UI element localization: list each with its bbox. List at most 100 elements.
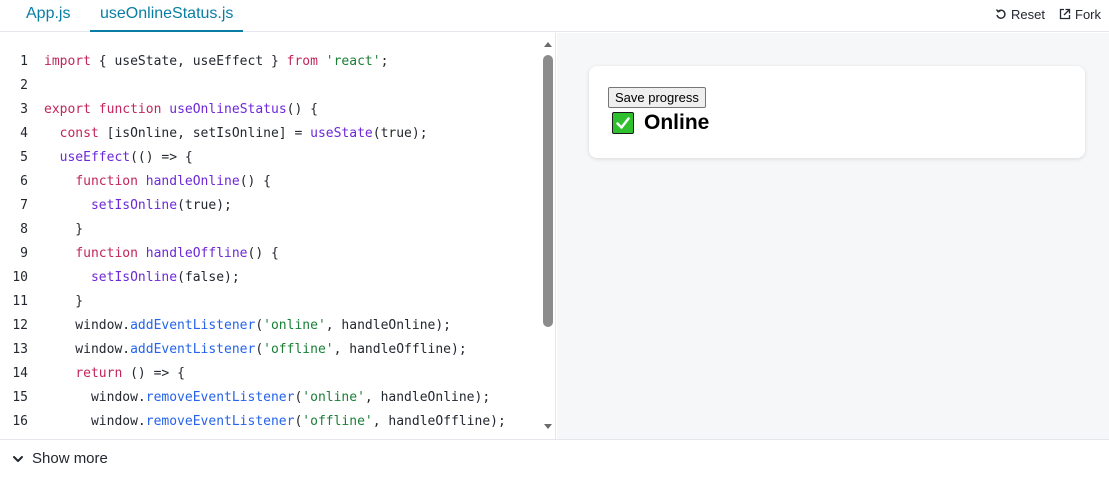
- code-token: useState: [310, 126, 373, 141]
- editor-actions: Reset Fork: [995, 0, 1101, 28]
- code-token: useOnlineStatus: [169, 102, 287, 117]
- code-token: 'offline': [263, 342, 334, 357]
- code-token: handleOnline: [145, 174, 240, 189]
- code-token: removeEventListener: [145, 414, 295, 429]
- code-token: window.: [44, 318, 131, 333]
- save-progress-button[interactable]: Save progress: [608, 87, 706, 108]
- code-token: addEventListener: [130, 318, 256, 333]
- code-token: export: [44, 102, 91, 117]
- code-line[interactable]: 2: [0, 74, 506, 98]
- line-number: 9: [20, 246, 28, 261]
- bottom-bar: Show more: [0, 439, 1109, 477]
- code-editor[interactable]: 1 import { useState, useEffect } from 're…: [0, 33, 556, 439]
- code-line[interactable]: 13 window.addEventListener('offline', ha…: [0, 338, 506, 362]
- code-token: handleOffline: [145, 246, 248, 261]
- code-line[interactable]: 8 }: [0, 218, 506, 242]
- code-token: import: [44, 54, 91, 69]
- code-token: from: [286, 54, 318, 69]
- code-token: }: [44, 294, 84, 309]
- code-token: window.: [44, 414, 146, 429]
- tab-use-online-status-js[interactable]: useOnlineStatus.js: [90, 0, 244, 32]
- line-number: 1: [20, 54, 28, 69]
- code-line[interactable]: 10 setIsOnline(false);: [0, 266, 506, 290]
- code-token: , handleOffline);: [372, 414, 506, 429]
- code-token: () => {: [122, 366, 185, 381]
- code-line[interactable]: 12 window.addEventListener('online', han…: [0, 314, 506, 338]
- show-more-label: Show more: [32, 450, 108, 467]
- line-number: 10: [12, 270, 28, 285]
- code-line[interactable]: 4 const [isOnline, setIsOnline] = useSta…: [0, 122, 506, 146]
- external-link-icon: [1059, 8, 1071, 20]
- code-line[interactable]: 9 function handleOffline() {: [0, 242, 506, 266]
- scroll-down-arrow-icon[interactable]: [544, 424, 552, 429]
- code-token: useEffect: [59, 150, 131, 165]
- code-token: function: [75, 246, 138, 261]
- online-status: Online: [612, 111, 709, 135]
- fork-button[interactable]: Fork: [1059, 7, 1101, 22]
- chevron-down-icon: [13, 455, 23, 462]
- code-token: (true);: [177, 198, 232, 213]
- line-number: 2: [20, 78, 28, 93]
- code-token: window.: [44, 342, 131, 357]
- code-content[interactable]: 1 import { useState, useEffect } from 're…: [0, 50, 506, 434]
- file-tab-bar: App.js useOnlineStatus.js Reset Fork: [0, 0, 1109, 32]
- code-token: (: [255, 318, 264, 333]
- show-more-button[interactable]: Show more: [12, 440, 108, 477]
- line-number: 5: [20, 150, 28, 165]
- code-token: 'offline': [302, 414, 373, 429]
- code-line[interactable]: 3 export function useOnlineStatus() {: [0, 98, 506, 122]
- code-line[interactable]: 1 import { useState, useEffect } from 're…: [0, 50, 506, 74]
- code-token: const: [59, 126, 99, 141]
- code-token: function: [75, 174, 138, 189]
- code-line[interactable]: 15 window.removeEventListener('online', …: [0, 386, 506, 410]
- code-token: setIsOnline: [90, 270, 178, 285]
- code-token: setIsOnline: [90, 198, 178, 213]
- code-token: ;: [380, 54, 389, 69]
- tab-app-js[interactable]: App.js: [16, 0, 80, 32]
- code-line[interactable]: 11 }: [0, 290, 506, 314]
- fork-label: Fork: [1075, 6, 1101, 22]
- code-token: window.: [44, 390, 146, 405]
- code-line[interactable]: 16 window.removeEventListener('offline',…: [0, 410, 506, 434]
- check-mark-icon: [612, 112, 634, 134]
- code-token: return: [75, 366, 123, 381]
- code-token: () {: [286, 102, 318, 117]
- code-line[interactable]: 14 return () => {: [0, 362, 506, 386]
- line-number: 12: [12, 318, 28, 333]
- line-number: 16: [12, 414, 28, 429]
- line-number: 7: [20, 198, 28, 213]
- line-number: 11: [12, 294, 28, 309]
- code-token: (false);: [177, 270, 240, 285]
- preview-pane: Save progress Online: [557, 33, 1109, 439]
- line-number: 3: [20, 102, 28, 117]
- line-number: 13: [12, 342, 28, 357]
- code-token: [isOnline, setIsOnline] =: [98, 126, 311, 141]
- code-token: addEventListener: [130, 342, 256, 357]
- code-token: (true);: [372, 126, 428, 141]
- reset-button[interactable]: Reset: [995, 7, 1045, 22]
- code-token: (() => {: [130, 150, 193, 165]
- code-line[interactable]: 6 function handleOnline() {: [0, 170, 506, 194]
- line-number: 14: [12, 366, 28, 381]
- reset-icon: [995, 9, 1006, 19]
- scroll-up-arrow-icon[interactable]: [544, 42, 552, 47]
- code-token: (: [255, 342, 264, 357]
- editor-scrollbar[interactable]: [540, 33, 555, 439]
- code-token: , handleOnline);: [364, 390, 491, 405]
- scrollbar-thumb[interactable]: [543, 55, 553, 327]
- code-line[interactable]: 5 useEffect(() => {: [0, 146, 506, 170]
- code-token: 'react': [325, 54, 381, 69]
- code-line[interactable]: 7 setIsOnline(true);: [0, 194, 506, 218]
- code-token: }: [44, 222, 84, 237]
- line-number: 8: [20, 222, 28, 237]
- code-token: { useState, useEffect }: [90, 54, 287, 69]
